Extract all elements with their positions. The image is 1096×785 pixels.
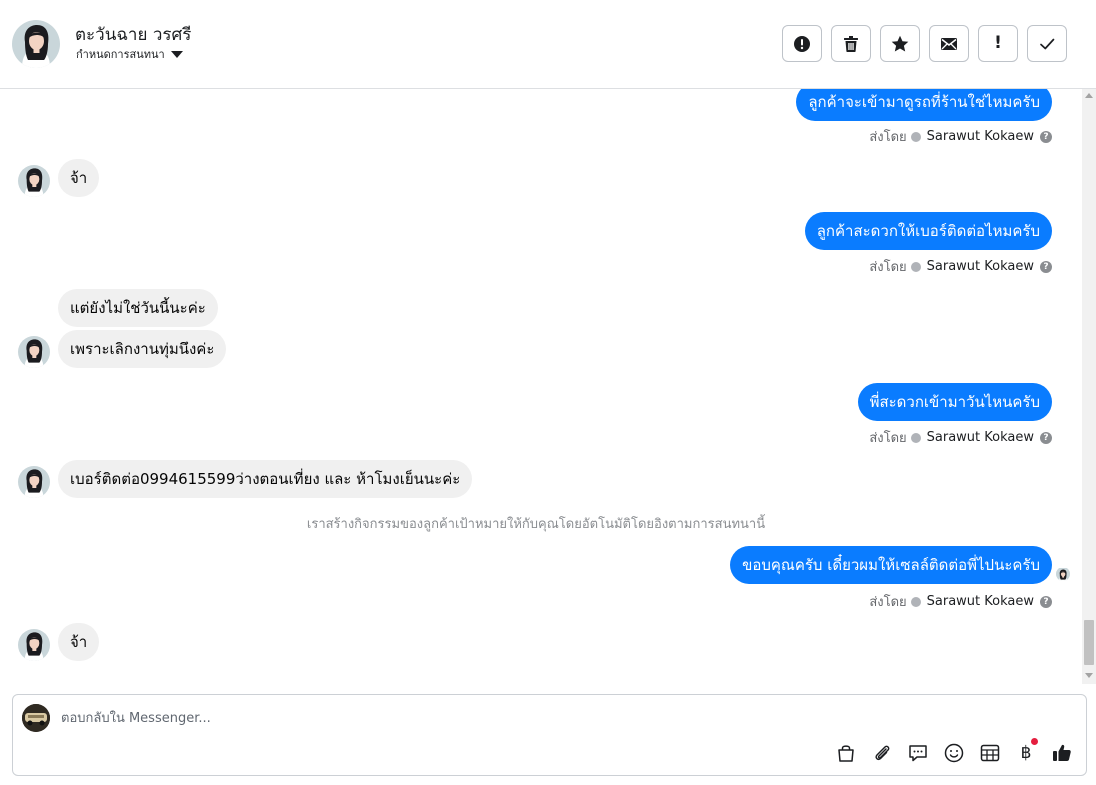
sent-by-label: ส่งโดย bbox=[869, 260, 907, 275]
like-button[interactable] bbox=[1050, 741, 1074, 765]
contact-avatar-small[interactable] bbox=[18, 336, 50, 368]
scroll-down-icon[interactable] bbox=[1085, 673, 1093, 678]
sent-by-row: ส่งโดย Sarawut Kokaew ? bbox=[869, 591, 1052, 612]
sent-by-row: ส่งโดย Sarawut Kokaew ? bbox=[869, 427, 1052, 448]
exclamation-icon: ! bbox=[994, 33, 1002, 53]
scroll-up-icon[interactable] bbox=[1085, 93, 1093, 98]
verified-icon bbox=[910, 432, 921, 443]
sent-by-label: ส่งโดย bbox=[869, 431, 907, 446]
verified-icon bbox=[910, 261, 921, 272]
verified-icon bbox=[910, 596, 921, 607]
mark-done-button[interactable] bbox=[1027, 25, 1067, 62]
thread-scrollbar[interactable] bbox=[1082, 89, 1096, 684]
help-icon[interactable]: ? bbox=[1040, 595, 1052, 608]
attach-button[interactable] bbox=[870, 741, 894, 765]
baht-icon: ฿ bbox=[1020, 743, 1032, 763]
help-icon[interactable]: ? bbox=[1040, 260, 1052, 273]
spam-button[interactable] bbox=[782, 25, 822, 62]
sent-by-label: ส่งโดย bbox=[869, 595, 907, 610]
contact-name[interactable]: ตะวันฉาย วรศรี bbox=[75, 21, 191, 48]
seen-receipt-avatar bbox=[1056, 567, 1070, 581]
check-icon bbox=[1040, 38, 1055, 49]
lead-activity-note: เราสร้างกิจกรรมของลูกค้าเป้าหมายให้กับคุ… bbox=[306, 517, 766, 532]
page-avatar bbox=[22, 704, 50, 732]
outgoing-message[interactable]: พี่สะดวกเข้ามาวันไหนครับ bbox=[857, 383, 1052, 421]
scrollbar-thumb[interactable] bbox=[1084, 620, 1094, 665]
incoming-message[interactable]: แต่ยังไม่ใช่วันนี้นะค่ะ bbox=[58, 289, 218, 327]
envelope-icon bbox=[941, 37, 957, 50]
sent-by-row: ส่งโดย Sarawut Kokaew ? bbox=[869, 256, 1052, 277]
reply-input[interactable] bbox=[61, 707, 761, 729]
help-icon[interactable]: ? bbox=[1040, 130, 1052, 143]
thumbs-up-icon bbox=[1053, 744, 1071, 761]
appointment-button[interactable] bbox=[978, 741, 1002, 765]
paperclip-icon bbox=[875, 745, 890, 761]
outgoing-message[interactable]: ลูกค้าสะดวกให้เบอร์ติดต่อไหมครับ bbox=[804, 212, 1052, 250]
help-icon[interactable]: ? bbox=[1040, 431, 1052, 444]
contact-avatar[interactable] bbox=[12, 20, 60, 68]
table-icon bbox=[980, 744, 1000, 762]
conversation-header: ตะวันฉาย วรศรี กำหนดการสนทนา ! bbox=[0, 0, 1096, 89]
incoming-message[interactable]: เพราะเลิกงานทุ่มนึงค่ะ bbox=[58, 330, 227, 368]
emoji-button[interactable] bbox=[942, 741, 966, 765]
sent-by-label: ส่งโดย bbox=[869, 130, 907, 145]
reply-composer: ฿ bbox=[12, 694, 1087, 776]
notification-dot bbox=[1031, 738, 1038, 745]
agent-name[interactable]: Sarawut Kokaew bbox=[927, 594, 1034, 609]
contact-avatar-small[interactable] bbox=[18, 466, 50, 498]
verified-icon bbox=[910, 131, 921, 142]
contact-avatar-small[interactable] bbox=[18, 629, 50, 661]
incoming-message[interactable]: เบอร์ติดต่อ0994615599ว่างตอนเที่ยง และ ห… bbox=[58, 460, 473, 498]
agent-name[interactable]: Sarawut Kokaew bbox=[927, 430, 1034, 445]
contact-avatar-small[interactable] bbox=[18, 165, 50, 197]
delete-button[interactable] bbox=[831, 25, 871, 62]
shopping-bag-button[interactable] bbox=[834, 741, 858, 765]
composer-toolbar: ฿ bbox=[834, 738, 1074, 765]
assign-label: กำหนดการสนทนา bbox=[76, 48, 165, 61]
conversation-toolbar: ! bbox=[782, 25, 1067, 62]
agent-name[interactable]: Sarawut Kokaew bbox=[927, 259, 1034, 274]
shopping-bag-icon bbox=[838, 745, 854, 762]
saved-replies-button[interactable] bbox=[906, 741, 930, 765]
chat-bubble-icon bbox=[909, 745, 927, 762]
alert-circle-icon bbox=[794, 35, 810, 52]
caret-down-icon bbox=[170, 51, 183, 58]
incoming-message[interactable]: จ้า bbox=[58, 623, 100, 661]
trash-icon bbox=[844, 35, 858, 52]
assign-conversation-dropdown[interactable]: กำหนดการสนทนา bbox=[76, 45, 183, 63]
sent-by-row: ส่งโดย Sarawut Kokaew ? bbox=[869, 126, 1052, 147]
follow-up-button[interactable]: ! bbox=[978, 25, 1018, 62]
payment-button[interactable]: ฿ bbox=[1014, 738, 1038, 765]
incoming-message[interactable]: จ้า bbox=[58, 159, 100, 197]
emoji-icon bbox=[944, 743, 964, 763]
agent-name[interactable]: Sarawut Kokaew bbox=[927, 129, 1034, 144]
message-thread[interactable]: ลูกค้าจะเข้ามาดูรถที่ร้านใช่ไหมครับ ส่งโ… bbox=[0, 89, 1082, 684]
outgoing-message[interactable]: ขอบคุณครับ เดี๋ยวผมให้เซลล์ติดต่อพี่ไปนะ… bbox=[730, 546, 1052, 584]
star-icon bbox=[891, 35, 909, 51]
outgoing-message[interactable]: ลูกค้าจะเข้ามาดูรถที่ร้านใช่ไหมครับ bbox=[796, 89, 1052, 121]
star-button[interactable] bbox=[880, 25, 920, 62]
mark-unread-button[interactable] bbox=[929, 25, 969, 62]
